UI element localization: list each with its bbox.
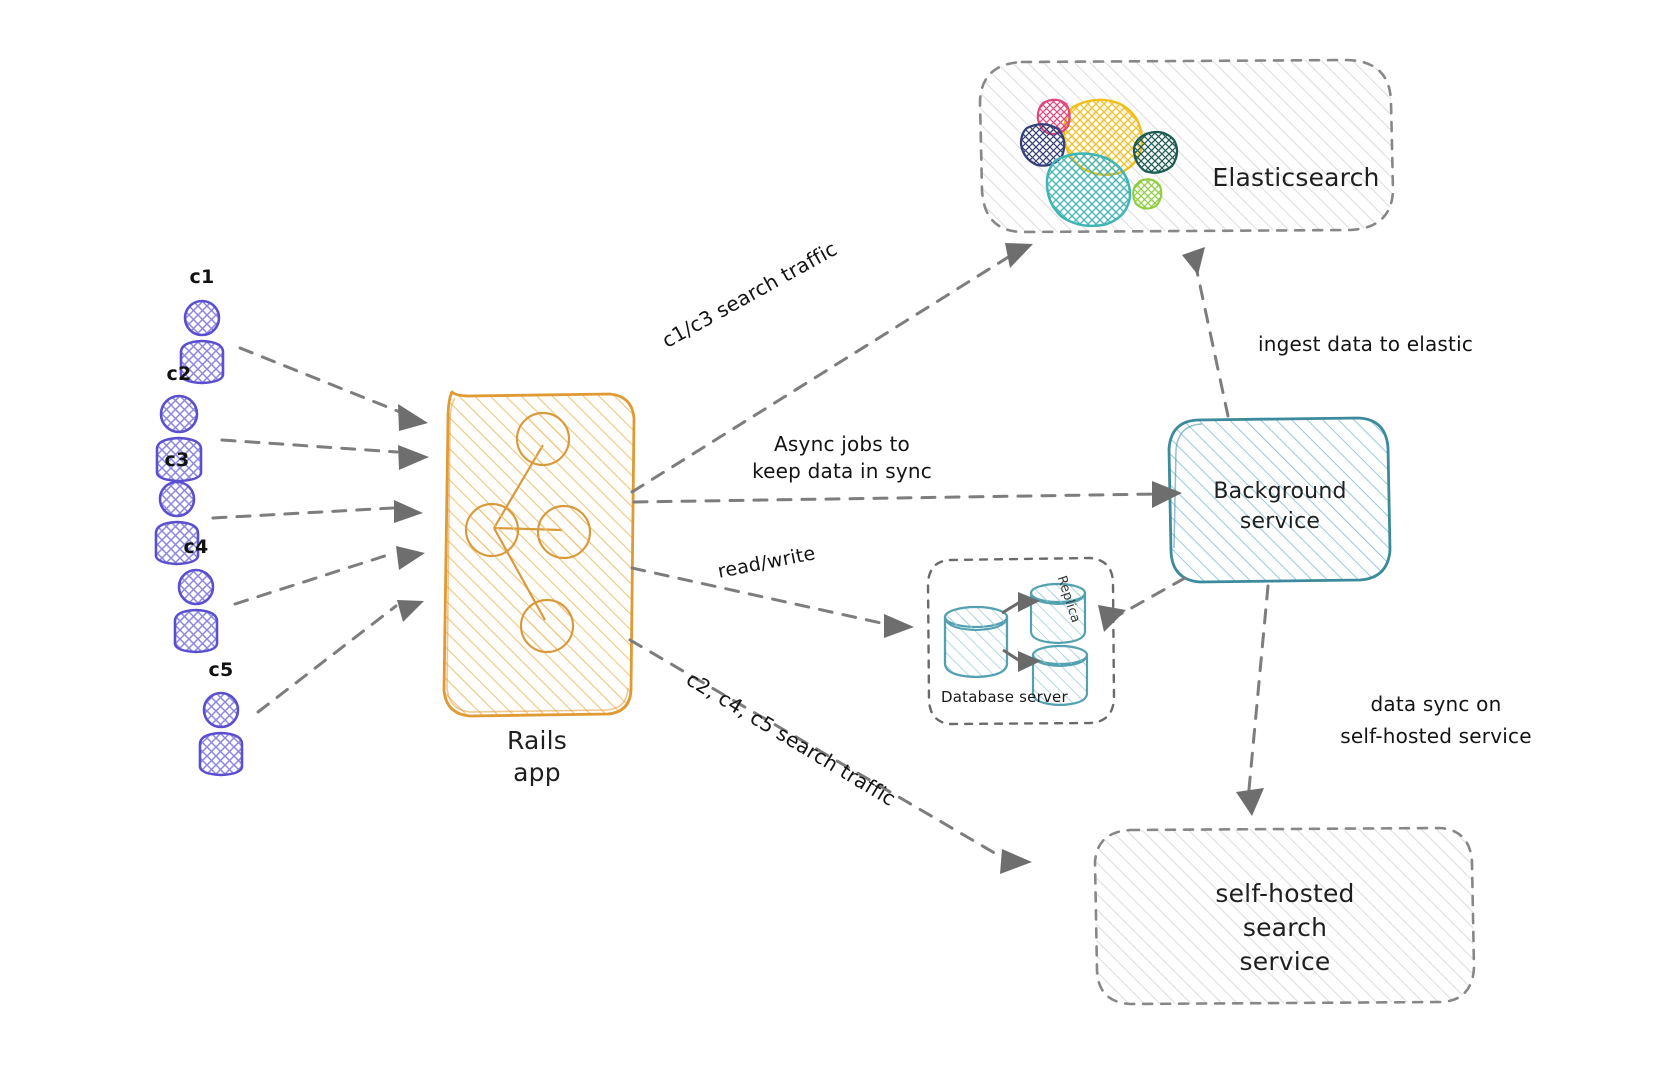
elasticsearch-label: Elasticsearch (1212, 163, 1380, 192)
diagram-svg (154, 58, 1476, 1006)
client-label-c3: c3 (164, 449, 190, 471)
diagram-canvas: c1 c2 c3 c4 c5 Elasticsearch Rails app B… (0, 0, 1674, 1076)
edge-label-rails-bg-line1: Async jobs to (774, 432, 910, 456)
edge-c2-rails (220, 438, 399, 454)
edge-label-bg-elastic: ingest data to elastic (1258, 332, 1474, 356)
edge-bg-elastic (1193, 260, 1230, 418)
client-label-c2: c2 (166, 363, 192, 385)
database-server-label: Database server (941, 688, 1068, 706)
client-label-c1: c1 (189, 266, 215, 288)
edge-label-bg-selfhosted-line2: self-hosted service (1340, 724, 1532, 748)
edge-rails-bg (632, 492, 1160, 504)
edge-c4-rails (233, 551, 396, 606)
edge-c3-rails (211, 506, 395, 520)
self-hosted-label-line1: self-hosted (1215, 879, 1355, 908)
client-avatar-c5 (198, 691, 244, 777)
client-label-c4: c4 (183, 536, 209, 558)
edge-c5-rails (256, 604, 398, 714)
edge-label-rails-bg-line2: keep data in sync (752, 459, 932, 483)
rails-app-label-line1: Rails (506, 726, 568, 755)
background-service-label-line2: service (1239, 509, 1321, 534)
self-hosted-label-line3: service (1239, 947, 1331, 976)
edge-bg-selfhosted (1246, 584, 1270, 802)
edge-c1-rails (238, 346, 402, 414)
background-service-label-line1: Background (1213, 479, 1347, 504)
rails-app-label-line2: app (513, 758, 561, 787)
edge-rails-db (630, 566, 892, 627)
edge-label-bg-selfhosted-line1: data sync on (1370, 692, 1502, 716)
client-avatar-c4 (173, 568, 219, 654)
client-label-c5: c5 (208, 659, 234, 681)
database-primary-icon (943, 605, 1009, 679)
self-hosted-label-line2: search (1242, 913, 1328, 942)
